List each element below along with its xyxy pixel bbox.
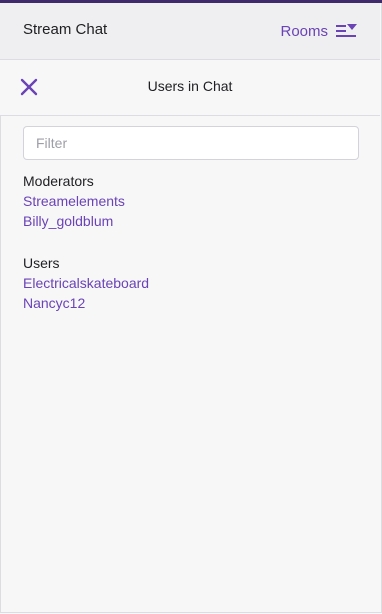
moderators-heading: Moderators: [23, 173, 94, 189]
users-panel-header: Users in Chat: [0, 60, 380, 116]
header-title: Stream Chat: [23, 21, 108, 38]
moderator-user-link[interactable]: Billy_goldblum: [23, 211, 125, 231]
list-dropdown-icon: [336, 24, 357, 37]
user-link[interactable]: Electricalskateboard: [23, 273, 149, 293]
chat-header: Stream Chat Rooms: [0, 3, 380, 60]
users-section: Users Electricalskateboard Nancyc12: [23, 253, 149, 313]
filter-input[interactable]: [23, 126, 359, 160]
rooms-button[interactable]: Rooms: [280, 17, 358, 45]
moderator-user-link[interactable]: Streamelements: [23, 191, 125, 211]
moderators-section: Moderators Streamelements Billy_goldblum: [23, 171, 125, 231]
panel-title: Users in Chat: [147, 78, 233, 94]
rooms-label: Rooms: [280, 22, 328, 40]
users-heading: Users: [23, 255, 60, 271]
user-link[interactable]: Nancyc12: [23, 293, 149, 313]
